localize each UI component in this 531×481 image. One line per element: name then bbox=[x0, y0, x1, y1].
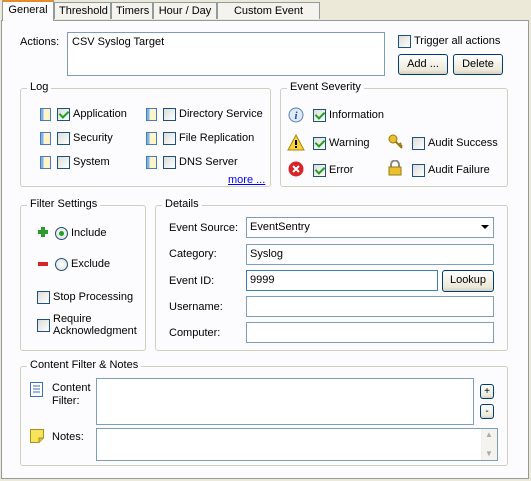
log-security-checkbox[interactable] bbox=[57, 132, 70, 145]
scroll-up-icon[interactable]: ▲ bbox=[485, 430, 493, 439]
more-logs-link[interactable]: more ... bbox=[228, 174, 265, 186]
filter-settings-title: Filter Settings bbox=[27, 198, 101, 210]
require-acknowledgment-label: Require Acknowledgment bbox=[53, 313, 137, 337]
username-input[interactable] bbox=[246, 296, 494, 317]
log-directory-service-label: Directory Service bbox=[179, 108, 263, 120]
lookup-button[interactable]: Lookup bbox=[442, 270, 494, 292]
severity-error-label: Error bbox=[329, 164, 354, 176]
actions-label: Actions: bbox=[20, 36, 60, 48]
exclude-label: Exclude bbox=[71, 258, 111, 270]
category-label: Category: bbox=[169, 248, 217, 260]
notes-input[interactable]: ▲ ▼ bbox=[96, 428, 498, 461]
event-source-value: EventSentry bbox=[250, 221, 310, 233]
event-log-icon bbox=[146, 108, 157, 121]
minus-icon bbox=[38, 262, 48, 266]
note-icon bbox=[30, 429, 44, 443]
event-id-label: Event ID: bbox=[169, 275, 215, 287]
trigger-all-actions-label: Trigger all actions bbox=[414, 35, 501, 47]
tab-threshold[interactable]: Threshold bbox=[54, 2, 111, 19]
delete-action-button[interactable]: Delete bbox=[453, 54, 503, 75]
event-log-icon bbox=[40, 108, 51, 121]
event-source-label: Event Source: bbox=[169, 222, 239, 234]
exclude-radio[interactable] bbox=[55, 258, 68, 271]
actions-list[interactable]: CSV Syslog Target bbox=[67, 32, 385, 76]
stop-processing-label: Stop Processing bbox=[53, 291, 134, 303]
username-label: Username: bbox=[169, 301, 223, 313]
log-application-checkbox[interactable] bbox=[57, 108, 70, 121]
event-log-icon bbox=[146, 156, 157, 169]
require-acknowledgment-label-line2: Acknowledgment bbox=[53, 325, 137, 337]
tab-timers[interactable]: Timers bbox=[111, 2, 153, 19]
event-log-icon bbox=[146, 132, 157, 145]
event-severity-title: Event Severity bbox=[287, 81, 364, 93]
computer-label: Computer: bbox=[169, 327, 221, 339]
stop-processing-checkbox[interactable] bbox=[37, 291, 50, 304]
include-label: Include bbox=[71, 227, 107, 239]
lock-icon bbox=[388, 160, 402, 176]
content-filter-label-line2: Filter: bbox=[52, 395, 80, 407]
content-notes-title: Content Filter & Notes bbox=[27, 359, 142, 371]
category-input[interactable]: Syslog bbox=[246, 244, 494, 265]
log-group-title: Log bbox=[27, 81, 52, 93]
event-source-select[interactable]: EventSentry bbox=[246, 217, 494, 238]
plus-icon bbox=[38, 227, 48, 237]
key-icon bbox=[388, 134, 403, 149]
tab-general[interactable]: General bbox=[2, 0, 54, 21]
content-filter-label: Content Filter: bbox=[52, 382, 91, 408]
log-dns-server-label: DNS Server bbox=[179, 156, 238, 168]
log-file-replication-label: File Replication bbox=[179, 132, 255, 144]
chevron-down-icon[interactable] bbox=[481, 225, 489, 229]
notes-label: Notes: bbox=[52, 431, 84, 443]
actions-list-item[interactable]: CSV Syslog Target bbox=[72, 36, 380, 48]
add-action-button[interactable]: Add ... bbox=[398, 54, 448, 75]
add-content-filter-button[interactable]: + bbox=[480, 384, 494, 399]
severity-audit-success-checkbox[interactable] bbox=[412, 137, 425, 150]
content-filter-input[interactable] bbox=[96, 378, 474, 425]
severity-audit-failure-label: Audit Failure bbox=[428, 164, 490, 176]
error-icon bbox=[288, 161, 304, 177]
severity-information-label: Information bbox=[329, 109, 385, 121]
scroll-down-icon[interactable]: ▼ bbox=[485, 449, 493, 458]
warning-icon bbox=[287, 134, 305, 151]
remove-content-filter-button[interactable]: - bbox=[480, 404, 494, 419]
severity-error-checkbox[interactable] bbox=[313, 164, 326, 177]
log-security-label: Security bbox=[73, 132, 113, 144]
log-system-checkbox[interactable] bbox=[57, 156, 70, 169]
event-id-input[interactable]: 9999 bbox=[246, 270, 438, 291]
require-acknowledgment-label-line1: Require bbox=[53, 313, 92, 325]
computer-input[interactable] bbox=[246, 322, 494, 343]
severity-warning-checkbox[interactable] bbox=[313, 137, 326, 150]
severity-information-checkbox[interactable] bbox=[313, 109, 326, 122]
event-log-icon bbox=[40, 156, 51, 169]
include-radio[interactable] bbox=[55, 227, 68, 240]
log-system-label: System bbox=[73, 156, 110, 168]
severity-audit-success-label: Audit Success bbox=[428, 137, 498, 149]
trigger-all-actions-checkbox[interactable] bbox=[398, 35, 411, 48]
log-directory-service-checkbox[interactable] bbox=[163, 108, 176, 121]
document-icon bbox=[30, 382, 43, 397]
information-icon: i bbox=[288, 107, 304, 123]
content-filter-label-line1: Content bbox=[52, 382, 91, 394]
notes-scrollbar[interactable]: ▲ ▼ bbox=[481, 429, 497, 460]
log-file-replication-checkbox[interactable] bbox=[163, 132, 176, 145]
event-log-icon bbox=[40, 132, 51, 145]
log-dns-server-checkbox[interactable] bbox=[163, 156, 176, 169]
severity-audit-failure-checkbox[interactable] bbox=[412, 164, 425, 177]
tab-hour-day[interactable]: Hour / Day bbox=[153, 2, 217, 19]
severity-warning-label: Warning bbox=[329, 137, 370, 149]
require-acknowledgment-checkbox[interactable] bbox=[37, 319, 50, 332]
details-title: Details bbox=[162, 198, 202, 210]
tab-custom-event-logs[interactable]: Custom Event Logs bbox=[217, 2, 320, 34]
log-application-label: Application bbox=[73, 108, 127, 120]
